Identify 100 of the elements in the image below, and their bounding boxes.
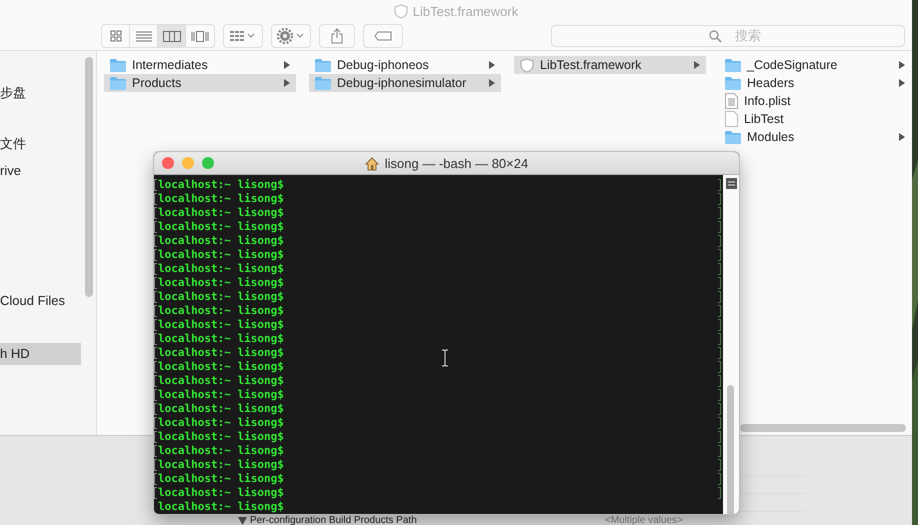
prompt-line: localhost:~ lisong$ [158,332,284,346]
tag-button[interactable] [363,24,403,48]
shield-icon [520,58,534,72]
disclosure-icon[interactable] [238,516,247,524]
text-cursor-icon [441,349,449,367]
prompt-line: localhost:~ lisong$ [158,402,284,416]
file-row[interactable]: Intermediates [104,56,296,74]
line-mark [718,375,721,387]
folder-icon [725,130,741,144]
zoom-button[interactable] [202,157,214,169]
folder-icon [315,76,331,90]
line-mark [718,473,721,485]
line-mark [718,179,721,191]
prompt-line: localhost:~ lisong$ [158,276,284,290]
document-icon [725,93,738,109]
folder-icon [725,58,741,72]
prompt-line: localhost:~ lisong$ [158,500,284,514]
line-mark [718,347,721,359]
file-row[interactable]: _CodeSignature [719,56,911,74]
line-mark [718,305,721,317]
line-mark [718,459,721,471]
share-button[interactable] [319,24,355,48]
file-icon [725,111,738,127]
home-icon [364,156,379,170]
file-row[interactable]: Info.plist [719,92,911,110]
folder-icon [725,76,741,90]
sidebar-item[interactable]: 步盘 [0,82,81,104]
prompt-line: localhost:~ lisong$ [158,318,284,332]
arrange-icon [230,31,256,41]
sidebar-item[interactable]: Cloud Files [0,290,81,312]
prompt-line: localhost:~ lisong$ [158,430,284,444]
line-mark [718,193,721,205]
prompt-line: localhost:~ lisong$ [158,262,284,276]
line-mark [718,487,721,499]
folder-icon [315,58,331,72]
line-mark [718,417,721,429]
file-row[interactable]: Debug-iphonesimulator [309,74,501,92]
prompt-line: localhost:~ lisong$ [158,234,284,248]
line-mark [718,403,721,415]
line-mark [718,263,721,275]
setting-label: Per-configuration Build Products Path [250,515,417,525]
view-switcher[interactable] [101,24,215,48]
folder-icon [110,58,126,72]
line-mark [718,333,721,345]
line-mark [718,235,721,247]
window-title: LibTest.framework [412,4,518,18]
prompt-line: localhost:~ lisong$ [158,304,284,318]
line-mark [718,291,721,303]
line-mark [718,431,721,443]
prompt-line: localhost:~ lisong$ [158,486,284,500]
prompt-line: localhost:~ lisong$ [158,248,284,262]
prompt-line: localhost:~ lisong$ [158,444,284,458]
prompt-line: localhost:~ lisong$ [158,290,284,304]
line-mark [718,361,721,373]
scrollbar[interactable] [740,424,906,432]
arrange-button[interactable] [223,24,263,48]
prompt-line: localhost:~ lisong$ [158,192,284,206]
sidebar-item[interactable]: h HD [0,343,81,365]
setting-value: <Multiple values> [605,515,683,525]
shield-icon [394,4,408,18]
sidebar-item[interactable]: 文件 [0,133,81,155]
prompt-line: localhost:~ lisong$ [158,416,284,430]
line-mark [718,249,721,261]
sidebar-item[interactable]: rive [0,160,81,182]
scrollbar-thumb[interactable] [727,385,734,514]
file-row[interactable]: Headers [719,74,911,92]
prompt-line: localhost:~ lisong$ [158,374,284,388]
search-icon [709,30,722,43]
prompt-line: localhost:~ lisong$ [158,346,284,360]
prompt-line: localhost:~ lisong$ [158,458,284,472]
column-view-button[interactable] [158,25,186,47]
file-row[interactable]: Debug-iphoneos [309,56,501,74]
gallery-icon [191,30,209,42]
window-title: lisong — -bash — 80×24 [384,156,528,171]
line-mark [718,389,721,401]
search-field[interactable]: 搜索 [551,25,905,47]
file-row[interactable]: LibTest [719,110,911,128]
folder-icon [110,76,126,90]
file-row[interactable]: LibTest.framework [514,56,706,74]
prompt-line: localhost:~ lisong$ [158,220,284,234]
line-mark [718,221,721,233]
line-mark [718,207,721,219]
gear-icon [277,28,305,44]
list-icon [136,30,152,42]
prompt-line: localhost:~ lisong$ [158,388,284,402]
scrollbar-thumb[interactable] [85,57,93,297]
line-mark [718,445,721,457]
split-icon[interactable] [726,178,736,189]
columns-icon [162,30,180,42]
file-row[interactable]: Modules [719,128,911,146]
action-button[interactable] [271,24,311,48]
prompt-line: localhost:~ lisong$ [158,178,284,192]
grid-icon [110,30,122,42]
tag-icon [374,31,392,41]
file-row[interactable]: Products [104,74,296,92]
close-button[interactable] [162,157,174,169]
line-mark [718,319,721,331]
prompt-line: localhost:~ lisong$ [158,206,284,220]
prompt-line: localhost:~ lisong$ [158,472,284,486]
prompt-line: localhost:~ lisong$ [158,360,284,374]
